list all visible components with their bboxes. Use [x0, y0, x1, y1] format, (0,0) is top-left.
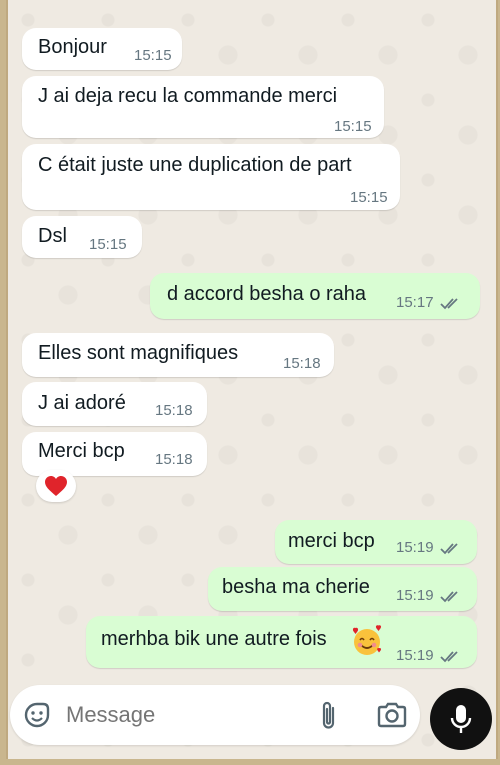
heart-icon	[45, 476, 67, 496]
message-time: 15:18	[283, 355, 321, 372]
message-time: 15:19	[396, 587, 434, 604]
message-text: Elles sont magnifiques	[38, 342, 239, 364]
message-time: 15:19	[396, 539, 434, 556]
double-check-icon	[440, 543, 458, 555]
message-text: merhba bik une autre fois	[101, 628, 327, 650]
message-text: J ai adoré	[38, 392, 126, 414]
message-text: J ai deja recu la commande merci	[38, 85, 338, 107]
message-time: 15:18	[155, 451, 193, 468]
reaction-badge[interactable]	[36, 470, 76, 502]
voice-message-button[interactable]	[430, 688, 492, 750]
message-input[interactable]	[66, 702, 286, 728]
message-time: 15:15	[134, 47, 172, 64]
message-time: 15:15	[89, 236, 127, 253]
double-check-icon	[440, 298, 458, 310]
double-check-icon	[440, 651, 458, 663]
message-text: merci bcp	[288, 530, 375, 552]
paperclip-icon[interactable]	[318, 700, 340, 732]
sticker-icon[interactable]	[22, 700, 52, 730]
microphone-icon	[450, 705, 472, 733]
message-text: C était juste une duplication de part	[38, 154, 352, 176]
message-time: 15:18	[155, 402, 193, 419]
message-time: 15:15	[350, 189, 388, 206]
message-text: Merci bcp	[38, 440, 125, 462]
message-text: besha ma cherie	[222, 576, 370, 598]
double-check-icon	[440, 591, 458, 603]
camera-icon[interactable]	[376, 701, 408, 729]
message-text: Bonjour	[38, 36, 107, 58]
smiling-face-with-hearts-icon	[352, 625, 382, 655]
message-time: 15:19	[396, 647, 434, 664]
message-time: 15:15	[334, 118, 372, 135]
message-text: Dsl	[38, 225, 67, 247]
message-time: 15:17	[396, 294, 434, 311]
message-text: d accord besha o raha	[167, 283, 367, 305]
